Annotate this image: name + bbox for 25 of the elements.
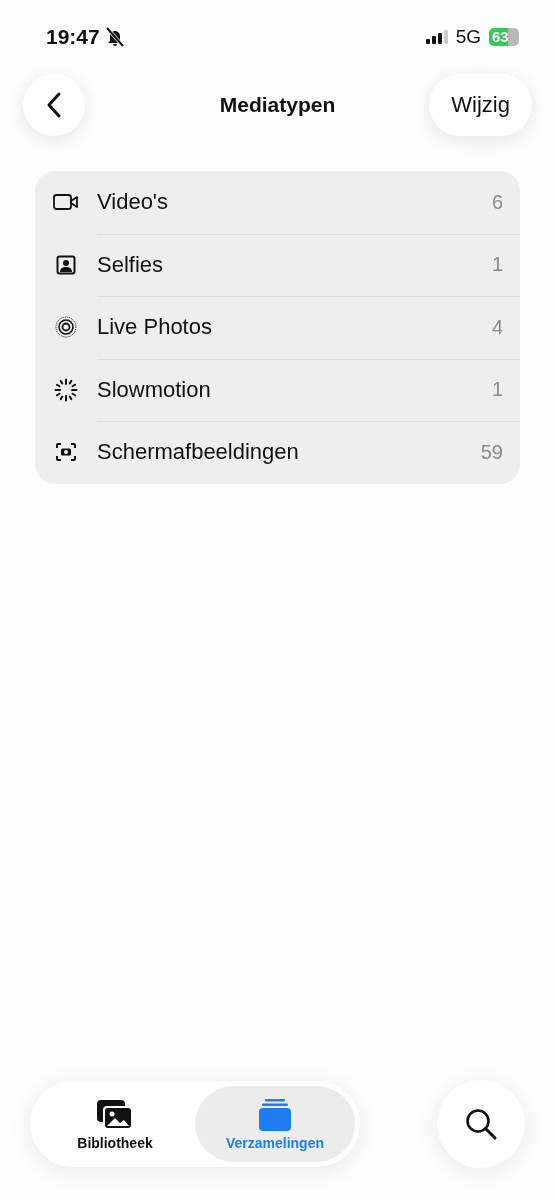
screen-title: Mediatypen xyxy=(219,93,336,116)
slow-motion-icon xyxy=(54,377,78,402)
battery-icon: 63 xyxy=(489,28,519,46)
screenshot-icon xyxy=(55,442,77,463)
clock-time: 19:47 xyxy=(46,25,100,49)
portrait-icon xyxy=(56,254,76,275)
item-count: 6 xyxy=(491,190,504,214)
live-photo-icon xyxy=(55,316,77,339)
chevron-left-icon xyxy=(47,92,61,118)
media-type-label[interactable]: Slowmotion xyxy=(97,376,492,403)
edit-button[interactable]: Wijzig xyxy=(429,74,532,136)
search-icon xyxy=(464,1107,498,1141)
video-camera-icon xyxy=(53,193,79,212)
media-type-label[interactable]: Live Photos xyxy=(97,314,492,341)
item-count: 4 xyxy=(491,315,504,339)
tab[interactable]: Bibliotheek xyxy=(35,1086,195,1162)
item-count: 1 xyxy=(491,378,504,402)
media-type-label[interactable]: Schermafbeeldingen xyxy=(97,439,481,466)
item-count: 59 xyxy=(480,440,504,464)
item-count: 1 xyxy=(491,253,504,277)
folder-stack-icon xyxy=(257,1097,293,1132)
network-label: 5G xyxy=(455,26,481,48)
signal-icon xyxy=(425,30,448,44)
media-type-label[interactable]: Video's xyxy=(97,189,492,216)
media-type-label[interactable]: Selfies xyxy=(97,251,492,278)
